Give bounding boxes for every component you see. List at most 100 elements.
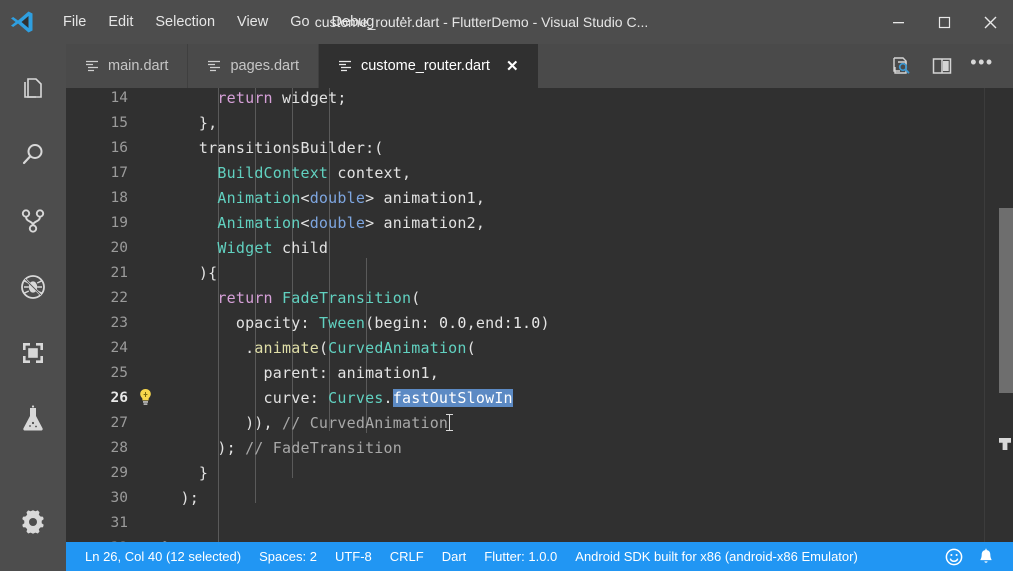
more-actions-icon[interactable]: ••• — [965, 45, 999, 87]
code-line[interactable]: 16 transitionsBuilder:( — [66, 135, 1013, 160]
line-number: 18 — [110, 189, 128, 206]
code-lines[interactable]: 14 return widget; 15 }, 16 transitionsBuil… — [66, 88, 1013, 543]
code-line[interactable]: 15 }, — [66, 110, 1013, 135]
menu-item-debug[interactable]: Debug — [321, 10, 386, 34]
menu-item-more-icon[interactable]: ⋯ — [385, 8, 422, 36]
lightbulb-icon[interactable] — [128, 388, 162, 407]
editor-vertical-scrollbar[interactable] — [999, 88, 1013, 542]
code-line[interactable]: 18 Animation<double> animation1, — [66, 185, 1013, 210]
code-line[interactable]: 30 ); — [66, 485, 1013, 510]
gear-icon — [19, 508, 47, 541]
sidebar-item-source-control[interactable] — [0, 190, 66, 256]
code-text[interactable]: transitionsBuilder:( — [162, 139, 384, 157]
code-line[interactable]: 22 return FadeTransition( — [66, 285, 1013, 310]
tab-main-dart[interactable]: main.dart — [66, 44, 189, 88]
code-text[interactable]: ){ — [162, 264, 217, 282]
open-preview-icon[interactable] — [885, 49, 919, 83]
window-controls[interactable] — [875, 0, 1013, 44]
code-line[interactable]: 25 parent: animation1, — [66, 360, 1013, 385]
code-text[interactable]: curve: Curves.fastOutSlowIn — [162, 388, 513, 407]
scrollbar-thumb[interactable] — [999, 208, 1013, 450]
status-encoding[interactable]: UTF-8 — [326, 549, 381, 564]
code-token: widget; — [272, 88, 347, 107]
menu-item-file[interactable]: File — [52, 10, 97, 34]
code-line[interactable]: 20 Widget child — [66, 235, 1013, 260]
status-eol[interactable]: CRLF — [381, 549, 433, 564]
status-language-mode[interactable]: Dart — [433, 549, 476, 564]
code-line[interactable]: 21 ){ — [66, 260, 1013, 285]
code-text[interactable]: return widget; — [162, 89, 347, 107]
close-icon[interactable] — [967, 0, 1013, 44]
code-line[interactable]: 19 Animation<double> animation2, — [66, 210, 1013, 235]
code-text[interactable]: .animate(CurvedAnimation( — [162, 339, 476, 357]
code-token: } — [162, 539, 171, 543]
sidebar-item-testing[interactable] — [0, 388, 66, 454]
tab-close-icon[interactable]: ✕ — [506, 59, 519, 74]
code-line[interactable]: 32} — [66, 535, 1013, 543]
line-number: 31 — [110, 514, 128, 531]
code-line[interactable]: 17 BuildContext context, — [66, 160, 1013, 185]
code-token: }, — [162, 113, 218, 132]
sidebar-item-run-debug[interactable] — [0, 256, 66, 322]
title-bar: File Edit Selection View Go Debug ⋯ cust… — [0, 0, 1013, 44]
code-text[interactable]: opacity: Tween(begin: 0.0,end:1.0) — [162, 314, 550, 332]
menu-item-edit[interactable]: Edit — [97, 10, 144, 34]
activity-bar — [0, 44, 66, 571]
notifications-bell-icon[interactable] — [973, 542, 999, 571]
code-text[interactable]: return FadeTransition( — [162, 289, 420, 307]
code-text[interactable]: )), // CurvedAnimation — [162, 413, 454, 432]
editor-tab-bar: main.dart pages.dart custome_router.dart… — [66, 44, 1013, 88]
code-token: animate — [254, 338, 319, 357]
sidebar-item-settings[interactable] — [0, 491, 66, 557]
sidebar-item-extensions[interactable] — [0, 322, 66, 388]
code-token: < — [300, 188, 310, 207]
code-text[interactable]: }, — [162, 114, 217, 132]
code-text[interactable]: Animation<double> animation2, — [162, 214, 485, 232]
code-line[interactable]: 28 ); // FadeTransition — [66, 435, 1013, 460]
line-number: 29 — [110, 464, 128, 481]
code-text[interactable]: } — [162, 539, 171, 543]
code-line[interactable]: 31 — [66, 510, 1013, 535]
code-text[interactable]: Animation<double> animation1, — [162, 189, 485, 207]
line-number: 15 — [110, 114, 128, 131]
code-token: > — [365, 213, 375, 232]
search-icon — [19, 141, 47, 174]
debug-disabled-icon — [19, 273, 47, 306]
sidebar-item-explorer[interactable] — [0, 58, 66, 124]
code-text[interactable]: } — [162, 464, 208, 482]
menu-item-selection[interactable]: Selection — [144, 10, 226, 34]
code-text[interactable]: ); — [162, 489, 199, 507]
code-line[interactable]: 29 } — [66, 460, 1013, 485]
status-flutter-version[interactable]: Flutter: 1.0.0 — [475, 549, 566, 564]
vscode-window: File Edit Selection View Go Debug ⋯ cust… — [0, 0, 1013, 571]
split-editor-icon[interactable] — [925, 49, 959, 83]
code-editor[interactable]: 14 return widget; 15 }, 16 transitionsBuil… — [66, 88, 1013, 542]
minimize-icon[interactable] — [875, 0, 921, 44]
status-cursor-position[interactable]: Ln 26, Col 40 (12 selected) — [76, 549, 250, 564]
code-text[interactable]: BuildContext context, — [162, 164, 411, 182]
sidebar-item-search[interactable] — [0, 124, 66, 190]
code-line[interactable]: 24 .animate(CurvedAnimation( — [66, 335, 1013, 360]
status-indentation[interactable]: Spaces: 2 — [250, 549, 326, 564]
code-text[interactable]: parent: animation1, — [162, 364, 439, 382]
code-text[interactable]: Widget child — [162, 239, 328, 257]
feedback-smiley-icon[interactable] — [941, 542, 967, 571]
tab-pages-dart[interactable]: pages.dart — [188, 44, 319, 88]
restore-icon[interactable] — [921, 0, 967, 44]
code-line[interactable]: 23 opacity: Tween(begin: 0.0,end:1.0) — [66, 310, 1013, 335]
status-device-selector[interactable]: Android SDK built for x86 (android-x86 E… — [566, 549, 867, 564]
code-line[interactable]: 26 curve: Curves.fastOutSlowIn — [66, 385, 1013, 410]
code-line[interactable]: 14 return widget; — [66, 88, 1013, 110]
line-number: 30 — [110, 489, 128, 506]
menu-item-go[interactable]: Go — [279, 10, 320, 34]
tab-custome-router-dart[interactable]: custome_router.dart ✕ — [318, 44, 538, 88]
code-token: FadeTransition — [282, 288, 412, 307]
code-text[interactable]: ); // FadeTransition — [162, 439, 402, 457]
code-token: ); — [162, 488, 199, 507]
dart-file-icon — [207, 59, 221, 73]
code-line[interactable]: 27 )), // CurvedAnimation — [66, 410, 1013, 435]
menu-bar[interactable]: File Edit Selection View Go Debug ⋯ — [52, 8, 422, 36]
menu-item-view[interactable]: View — [226, 10, 279, 34]
dart-file-icon — [338, 59, 352, 73]
